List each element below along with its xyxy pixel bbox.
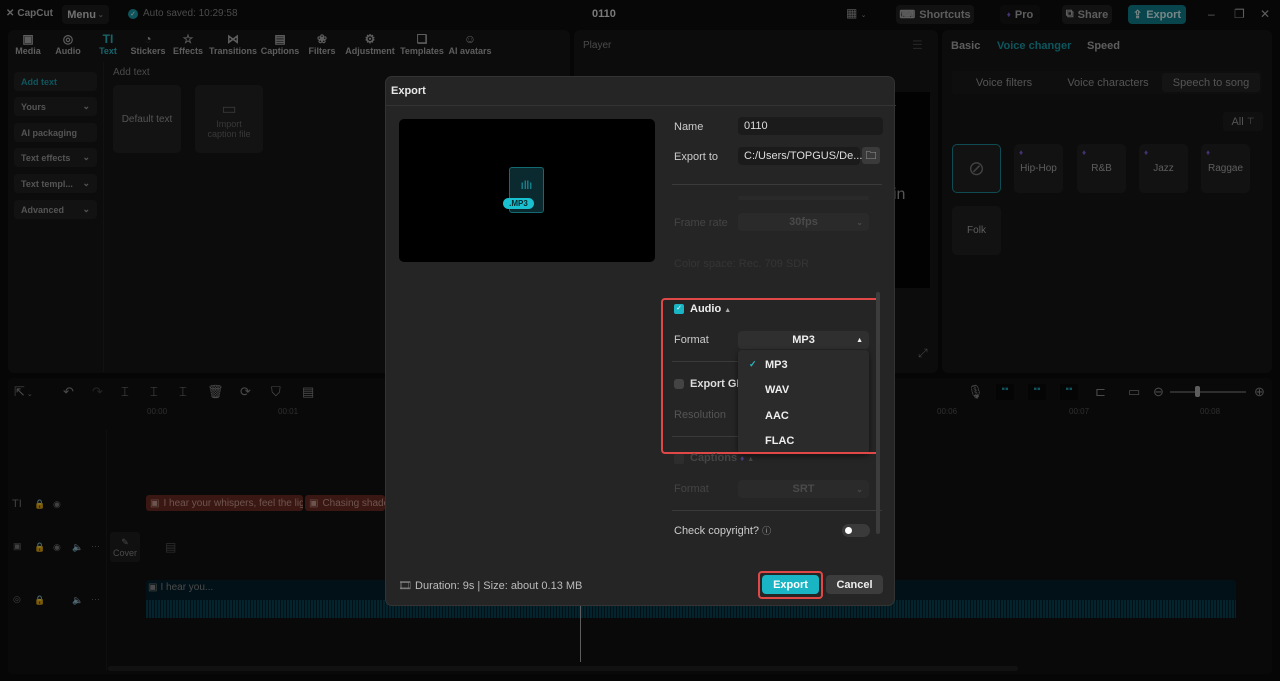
- file-format-badge: .MP3: [503, 198, 534, 209]
- divider: [672, 510, 882, 511]
- divider: [672, 184, 882, 185]
- frame-rate-label: Frame rate: [674, 217, 728, 229]
- chevron-down-icon: ⌄: [856, 484, 863, 494]
- resolution-slider-remnant: [738, 196, 869, 200]
- highlight-export-button: [758, 571, 823, 599]
- settings-scrollbar[interactable]: [876, 292, 880, 534]
- export-preview: ıllı .MP3: [399, 119, 655, 262]
- gem-icon: ♦: [740, 454, 745, 463]
- chevron-up-icon: ▲: [747, 456, 755, 463]
- captions-label: Captions ♦ ▲: [690, 452, 755, 464]
- dialog-title: Export: [391, 85, 426, 97]
- help-icon[interactable]: ⓘ: [762, 526, 771, 536]
- cancel-button[interactable]: Cancel: [826, 575, 883, 594]
- highlight-audio-section: [661, 298, 880, 454]
- check-copyright-label: Check copyright? ⓘ: [674, 525, 772, 537]
- name-input[interactable]: 0110: [738, 117, 883, 135]
- captions-format-select[interactable]: SRT ⌄: [738, 480, 869, 498]
- name-label: Name: [674, 121, 704, 133]
- export-path-input[interactable]: C:/Users/TOPGUS/De...: [738, 147, 862, 165]
- captions-checkbox[interactable]: [674, 454, 684, 464]
- export-info: 🎞 Duration: 9s | Size: about 0.13 MB: [398, 580, 583, 592]
- check-copyright-toggle[interactable]: [842, 524, 870, 537]
- export-to-label: Export to: [674, 151, 719, 163]
- divider: [386, 105, 896, 106]
- frame-rate-select[interactable]: 30fps ⌄: [738, 213, 869, 231]
- film-icon: 🎞: [398, 580, 412, 592]
- chevron-down-icon: ⌄: [856, 217, 863, 227]
- browse-folder-button[interactable]: 🗀: [862, 147, 880, 164]
- captions-format-label: Format: [674, 483, 709, 495]
- color-space-label: Color space: Rec. 709 SDR: [674, 258, 810, 270]
